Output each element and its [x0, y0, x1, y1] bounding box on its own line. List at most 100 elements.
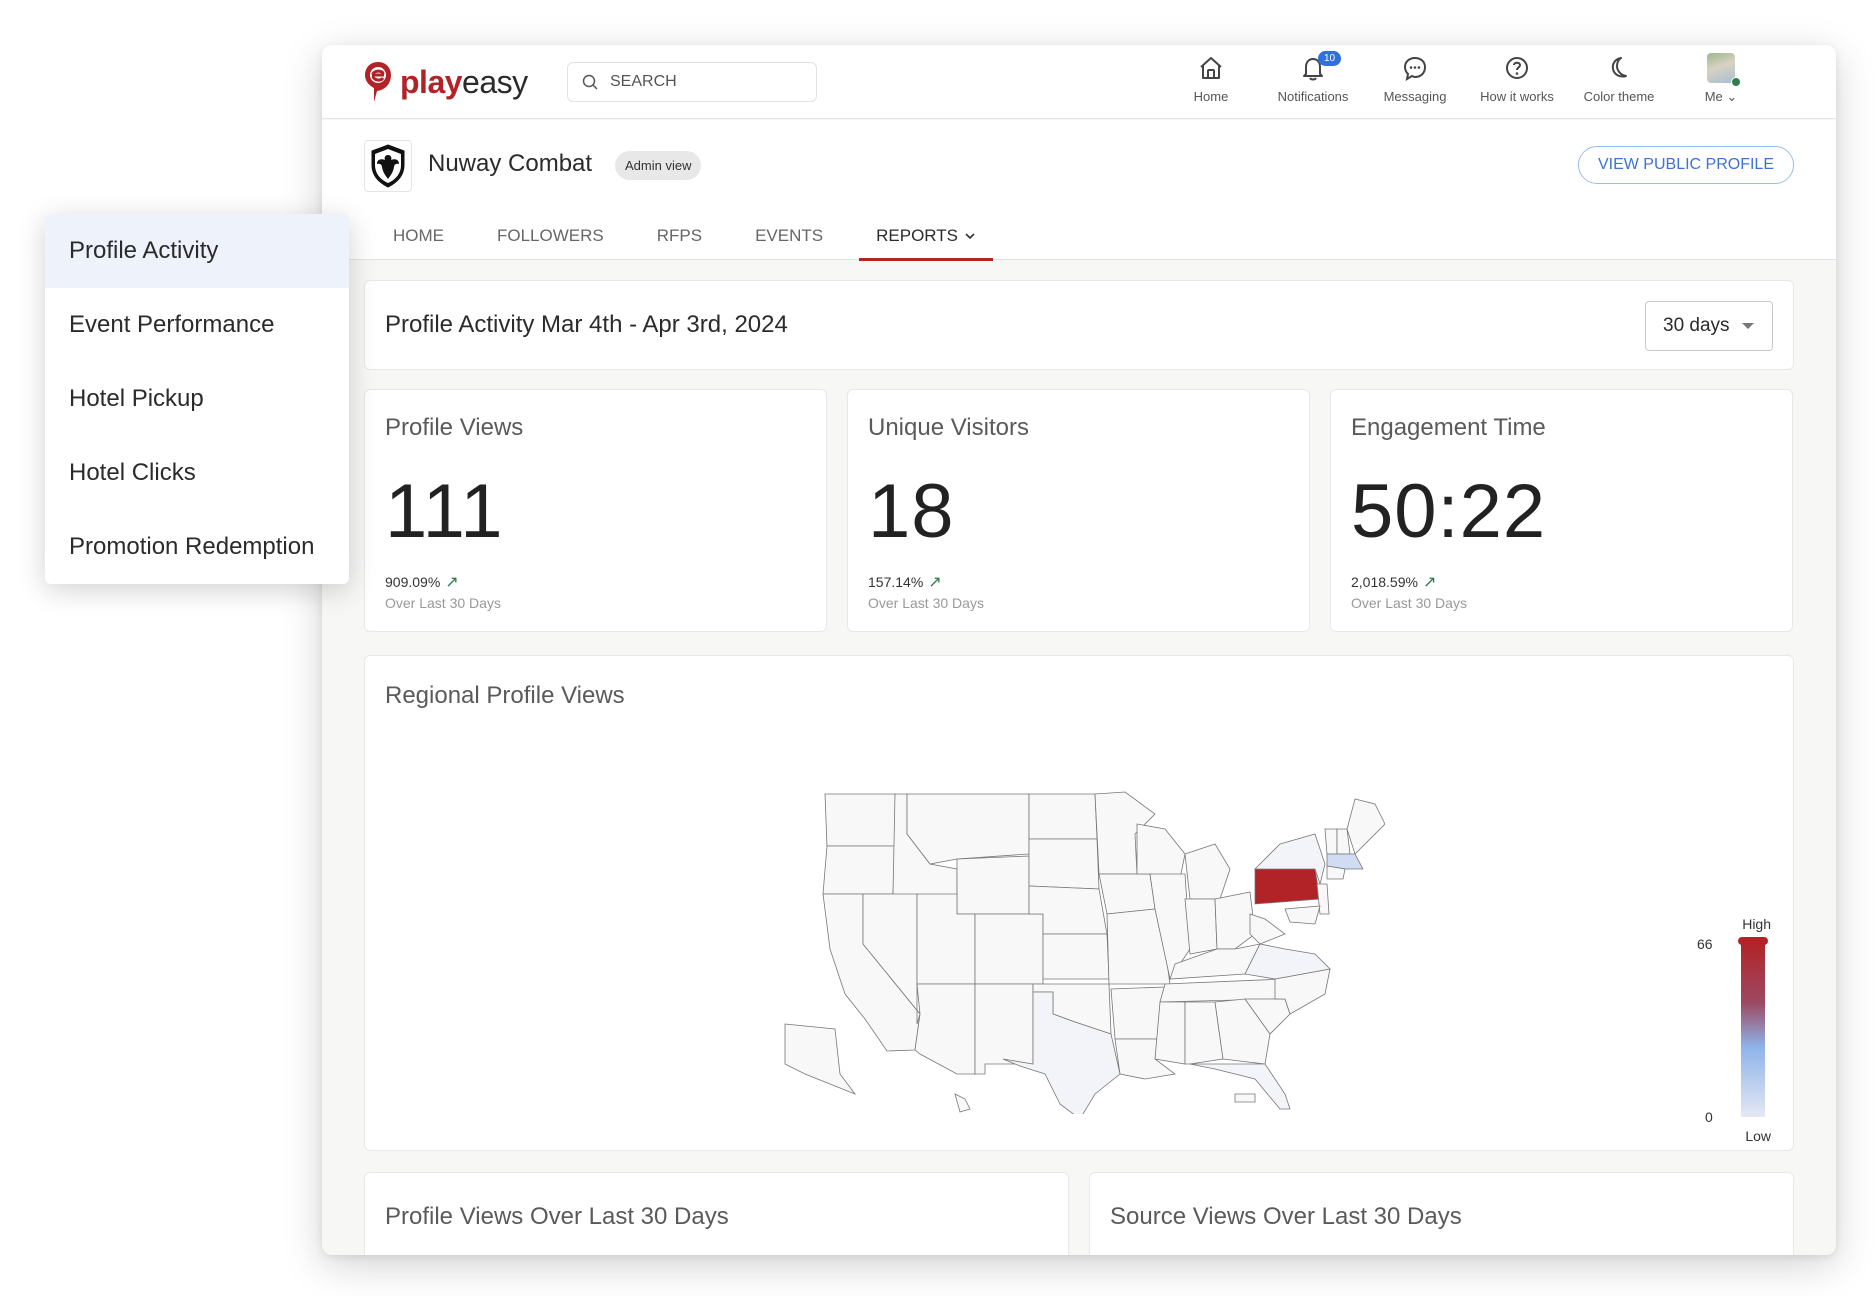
legend-high-label: High — [1742, 916, 1771, 932]
state-hawaii[interactable] — [954, 1093, 971, 1113]
legend-range-handle[interactable] — [1738, 937, 1768, 945]
menu-item-label: Hotel Pickup — [69, 385, 204, 412]
state-south-dakota[interactable] — [1028, 838, 1100, 890]
nav-me-label: Me ⌄ — [1705, 89, 1738, 105]
territory-puerto-rico[interactable] — [1234, 1093, 1256, 1103]
stat-subtitle: Over Last 30 Days — [868, 595, 984, 611]
tab-reports[interactable]: REPORTS — [859, 212, 993, 261]
profile-views-chart-title: Profile Views Over Last 30 Days — [385, 1203, 729, 1230]
nav-notifications[interactable]: 10 Notifications — [1262, 51, 1364, 105]
tab-followers-label: FOLLOWERS — [497, 226, 604, 245]
state-new-mexico[interactable] — [974, 983, 1034, 1075]
app-window: playeasy Home 10 Notifications Messaging — [322, 45, 1836, 1255]
state-alaska[interactable] — [784, 1023, 857, 1095]
tab-home[interactable]: HOME — [376, 212, 461, 260]
stat-title: Profile Views — [385, 414, 524, 441]
stat-change-percent: 909.09% — [385, 574, 441, 590]
nav-messaging-label: Messaging — [1383, 89, 1447, 104]
state-arkansas[interactable] — [1110, 986, 1166, 1040]
source-views-chart-title: Source Views Over Last 30 Days — [1110, 1203, 1462, 1230]
reports-dropdown-menu: Profile Activity Event Performance Hotel… — [45, 214, 349, 584]
state-north-dakota[interactable] — [1028, 793, 1098, 840]
menu-item-promotion-redemption[interactable]: Promotion Redemption — [45, 510, 349, 584]
state-michigan[interactable] — [1184, 843, 1231, 900]
notifications-badge: 10 — [1318, 51, 1342, 66]
period-select[interactable]: 30 days — [1645, 301, 1773, 351]
stat-card-profile-views: Profile Views 111 909.09% ↗ Over Last 30 … — [364, 389, 827, 632]
stat-change: 2,018.59% ↗ — [1351, 572, 1436, 592]
trend-up-arrow-icon: ↗ — [445, 574, 459, 591]
period-select-value: 30 days — [1663, 315, 1730, 336]
stat-subtitle: Over Last 30 Days — [1351, 595, 1467, 611]
logo-play-text: play — [400, 63, 463, 100]
top-navbar: playeasy Home 10 Notifications Messaging — [322, 45, 1836, 119]
phoenix-shield-icon — [371, 144, 405, 188]
chevron-down-icon: ⌄ — [1726, 89, 1738, 104]
period-header-card: Profile Activity Mar 4th - Apr 3rd, 2024… — [364, 280, 1794, 370]
state-kansas[interactable] — [1042, 933, 1110, 980]
org-logo — [364, 140, 412, 192]
state-washington[interactable] — [824, 793, 896, 847]
state-mississippi[interactable] — [1154, 1001, 1186, 1065]
nav-color-theme[interactable]: Color theme — [1568, 53, 1670, 105]
stat-card-unique-visitors: Unique Visitors 18 157.14% ↗ Over Last 30… — [847, 389, 1310, 632]
state-iowa[interactable] — [1098, 873, 1156, 915]
state-wyoming[interactable] — [956, 855, 1030, 915]
menu-item-hotel-pickup[interactable]: Hotel Pickup — [45, 362, 349, 436]
chat-bubble-icon — [1403, 56, 1427, 82]
logo-wordmark: playeasy — [400, 64, 528, 101]
state-colorado[interactable] — [974, 913, 1044, 985]
state-maine[interactable] — [1346, 798, 1385, 855]
playeasy-logo[interactable]: playeasy — [364, 61, 528, 103]
state-oregon[interactable] — [822, 845, 896, 895]
regional-views-title: Regional Profile Views — [385, 682, 625, 709]
stat-change-percent: 157.14% — [868, 574, 924, 590]
profile-views-chart-card: Profile Views Over Last 30 Days — [364, 1172, 1069, 1255]
tab-events-label: EVENTS — [755, 226, 824, 245]
regional-profile-views-card: Regional Profile Views High 66 0 Low — [364, 655, 1794, 1151]
tab-reports-label: REPORTS — [876, 226, 958, 245]
menu-item-event-performance[interactable]: Event Performance — [45, 288, 349, 362]
nav-icons: Home 10 Notifications Messaging How it w… — [1160, 51, 1772, 105]
legend-min-value: 0 — [1705, 1109, 1713, 1125]
tab-events[interactable]: EVENTS — [738, 212, 840, 260]
stat-value: 111 — [385, 469, 504, 554]
help-circle-icon — [1506, 57, 1528, 79]
state-tennessee[interactable] — [1159, 978, 1286, 1003]
search-box[interactable] — [567, 62, 817, 102]
view-public-profile-button[interactable]: VIEW PUBLIC PROFILE — [1577, 146, 1794, 184]
state-wisconsin[interactable] — [1136, 823, 1186, 880]
avatar[interactable] — [1707, 53, 1741, 87]
nav-me-text: Me — [1704, 89, 1723, 104]
menu-item-label: Hotel Clicks — [69, 459, 196, 486]
nav-me[interactable]: Me ⌄ — [1670, 53, 1772, 105]
tab-home-label: HOME — [393, 226, 444, 245]
logo-easy-text: easy — [462, 63, 528, 100]
stat-change-percent: 2,018.59% — [1351, 574, 1418, 590]
state-vermont[interactable] — [1324, 828, 1338, 855]
menu-item-hotel-clicks[interactable]: Hotel Clicks — [45, 436, 349, 510]
state-ohio[interactable] — [1214, 891, 1256, 950]
legend-max-value: 66 — [1697, 936, 1713, 952]
search-icon — [582, 74, 598, 90]
state-pennsylvania[interactable] — [1254, 868, 1321, 905]
stat-change: 157.14% ↗ — [868, 572, 942, 592]
nav-home[interactable]: Home — [1160, 53, 1262, 105]
state-arizona[interactable] — [914, 983, 976, 1075]
menu-item-profile-activity[interactable]: Profile Activity — [45, 214, 349, 288]
state-maryland[interactable] — [1284, 905, 1321, 925]
menu-item-label: Event Performance — [69, 311, 275, 338]
tab-followers[interactable]: FOLLOWERS — [480, 212, 621, 260]
nav-how-it-works[interactable]: How it works — [1466, 53, 1568, 105]
state-montana[interactable] — [906, 793, 1030, 865]
stat-subtitle: Over Last 30 Days — [385, 595, 501, 611]
state-indiana[interactable] — [1184, 898, 1218, 955]
stat-title: Engagement Time — [1351, 414, 1546, 441]
org-tabs: HOME FOLLOWERS RFPS EVENTS REPORTS — [376, 212, 1012, 261]
tab-rfps[interactable]: RFPS — [640, 212, 719, 260]
trend-up-arrow-icon: ↗ — [928, 574, 942, 591]
nav-messaging[interactable]: Messaging — [1364, 53, 1466, 105]
nav-how-it-works-label: How it works — [1480, 89, 1554, 104]
state-west-virginia[interactable] — [1249, 913, 1286, 945]
search-input[interactable] — [610, 73, 790, 91]
